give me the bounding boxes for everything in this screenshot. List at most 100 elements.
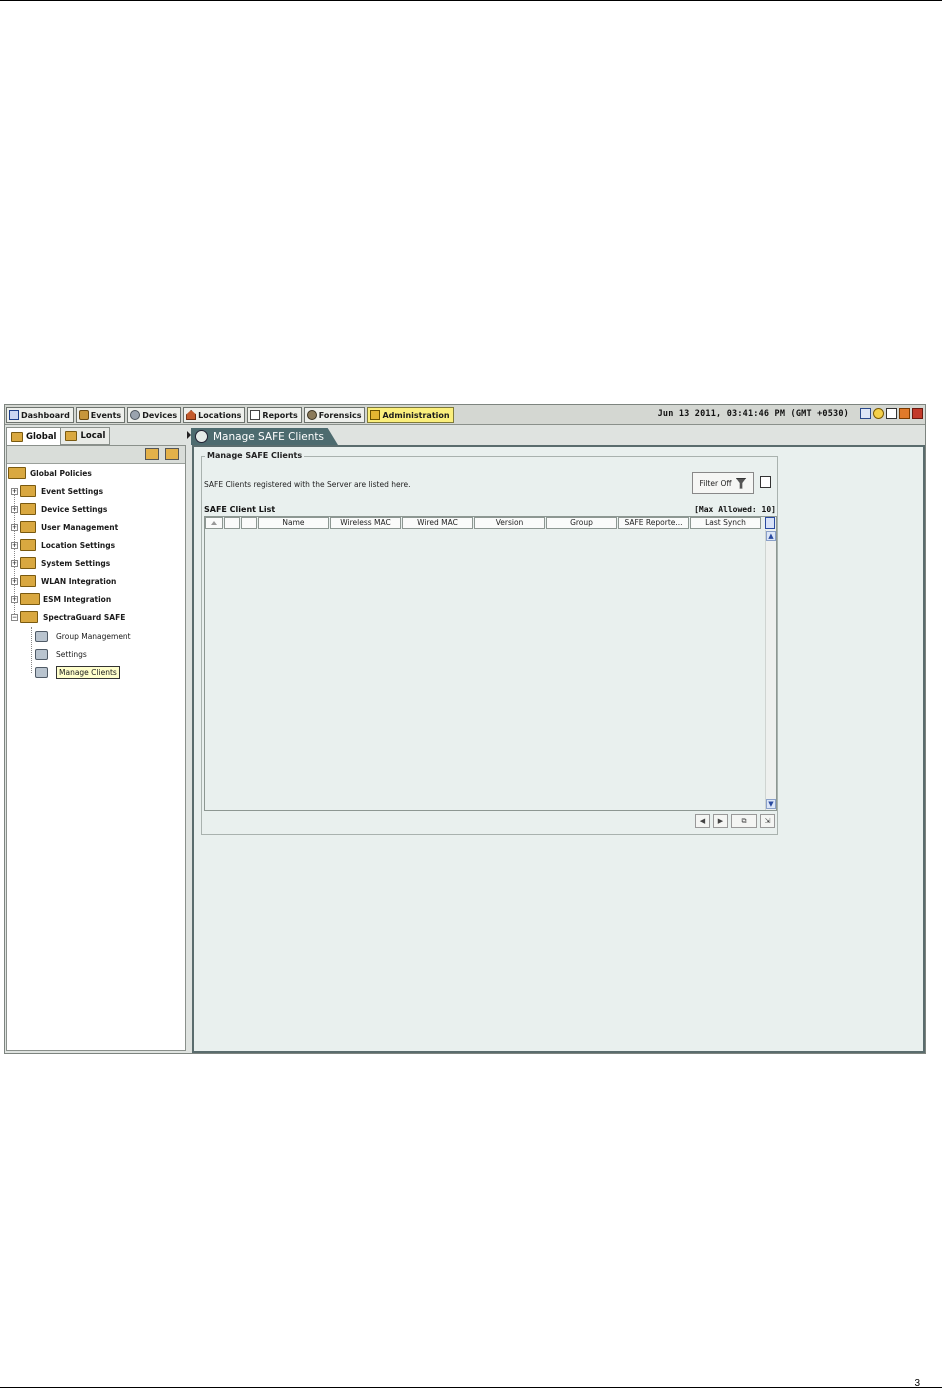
- table-vertical-scrollbar[interactable]: ▲ ▼: [765, 530, 776, 810]
- collapse-icon[interactable]: −: [11, 613, 18, 621]
- nav-tab-events[interactable]: Events: [75, 407, 126, 423]
- filter-icon: [735, 477, 747, 489]
- tree-item-event-settings[interactable]: + Event Settings: [11, 483, 103, 499]
- export-table-icon[interactable]: ⇲: [760, 814, 775, 828]
- logout-icon[interactable]: [912, 408, 923, 419]
- manage-clients-icon: [35, 666, 48, 678]
- section-title: Manage SAFE Clients: [205, 451, 305, 460]
- max-allowed-label: [Max Allowed: 10]: [694, 505, 776, 514]
- devices-icon: [130, 410, 141, 420]
- tree-item-group-management[interactable]: Group Management: [35, 628, 131, 644]
- filter-button[interactable]: Filter Off: [692, 472, 754, 494]
- locations-icon: [186, 410, 197, 420]
- tree-item-spectraguard-safe[interactable]: − SpectraGuard SAFE: [11, 609, 125, 625]
- nav-tab-reports[interactable]: Reports: [247, 407, 302, 423]
- column-header-last-synch[interactable]: Last Synch: [690, 517, 761, 529]
- main-panel: Manage SAFE Clients Manage SAFE Clients …: [187, 427, 925, 1053]
- nav-tab-administration[interactable]: Administration: [367, 407, 454, 423]
- top-nav-bar: Dashboard Events Devices Locations Repor…: [5, 405, 925, 425]
- tree-item-label: Global Policies: [30, 468, 92, 478]
- tree-item-label: ESM Integration: [43, 594, 112, 604]
- column-sort-indicator[interactable]: [205, 517, 223, 529]
- expand-icon[interactable]: +: [11, 523, 18, 531]
- nav-tabs: Dashboard Events Devices Locations Repor…: [6, 407, 454, 423]
- left-panel: Global Local Global Policies + Event Sett…: [5, 427, 187, 1053]
- policy-folder-icon: [8, 467, 26, 479]
- list-icon[interactable]: [886, 408, 897, 419]
- nav-tab-dashboard[interactable]: Dashboard: [6, 407, 74, 423]
- reports-icon: [250, 410, 261, 420]
- column-status-1[interactable]: [224, 517, 240, 529]
- column-header-group[interactable]: Group: [546, 517, 617, 529]
- expand-all-icon[interactable]: [145, 448, 159, 460]
- collapse-all-icon[interactable]: [165, 448, 179, 460]
- tree-item-esm-integration[interactable]: + ESM Integration: [11, 591, 111, 607]
- tree-item-settings[interactable]: Settings: [35, 646, 87, 662]
- nav-tab-label: Events: [90, 410, 122, 420]
- expand-icon[interactable]: +: [11, 577, 18, 585]
- export-icon[interactable]: [760, 476, 771, 488]
- tab-local[interactable]: Local: [60, 427, 111, 445]
- tree-item-location-settings[interactable]: + Location Settings: [11, 537, 115, 553]
- tree-connector: [31, 627, 32, 673]
- tab-global[interactable]: Global: [6, 427, 62, 446]
- settings-icon: [35, 648, 48, 660]
- nav-tab-locations[interactable]: Locations: [183, 407, 246, 423]
- tree-item-wlan-integration[interactable]: + WLAN Integration: [11, 573, 116, 589]
- nav-tab-forensics[interactable]: Forensics: [303, 407, 366, 423]
- expand-icon[interactable]: +: [11, 487, 18, 495]
- column-header-safe-reported[interactable]: SAFE Reporte...: [618, 517, 689, 529]
- esm-integration-icon: [20, 593, 40, 605]
- page-top-rule: [0, 0, 942, 1]
- main-tab-manage-safe-clients[interactable]: Manage SAFE Clients: [191, 428, 338, 445]
- device-settings-icon: [20, 503, 36, 515]
- tree-item-device-settings[interactable]: + Device Settings: [11, 501, 107, 517]
- user-management-icon: [20, 521, 36, 533]
- tree-item-label: User Management: [41, 522, 119, 532]
- nav-tab-label: Administration: [382, 410, 450, 420]
- column-header-version[interactable]: Version: [474, 517, 545, 529]
- event-settings-icon: [20, 485, 36, 497]
- column-chooser-icon[interactable]: [765, 517, 775, 529]
- help-icon[interactable]: [873, 408, 884, 419]
- column-header-wired-mac[interactable]: Wired MAC: [402, 517, 473, 529]
- tree-item-label: Group Management: [56, 631, 131, 641]
- collapse-arrow-icon[interactable]: [187, 431, 191, 439]
- previous-page-icon[interactable]: ◀: [695, 814, 710, 828]
- expand-icon[interactable]: +: [11, 505, 18, 513]
- wlan-integration-icon: [20, 575, 36, 587]
- tree-item-system-settings[interactable]: + System Settings: [11, 555, 110, 571]
- tree-toolbar: [7, 446, 185, 464]
- app-window: Dashboard Events Devices Locations Repor…: [4, 404, 926, 1054]
- expand-icon[interactable]: +: [11, 559, 18, 567]
- top-toolbar-icons: [860, 408, 923, 419]
- group-management-icon: [35, 630, 48, 642]
- events-icon: [78, 410, 89, 420]
- refresh-icon[interactable]: [860, 408, 871, 419]
- nav-tab-label: Dashboard: [21, 410, 70, 420]
- column-header-name[interactable]: Name: [258, 517, 329, 529]
- tree-root-global-policies[interactable]: Global Policies: [8, 465, 92, 481]
- shield-icon[interactable]: [899, 408, 910, 419]
- nav-tab-label: Locations: [198, 410, 242, 420]
- expand-icon[interactable]: +: [11, 541, 18, 549]
- expand-icon[interactable]: +: [11, 595, 18, 603]
- page-jump-icon[interactable]: ⧉: [731, 814, 757, 828]
- tree-item-label: Manage Clients: [56, 665, 120, 679]
- location-settings-icon: [20, 539, 36, 551]
- nav-tab-devices[interactable]: Devices: [127, 407, 182, 423]
- tree-item-label: System Settings: [41, 558, 111, 568]
- tree-item-label: Settings: [56, 649, 87, 659]
- next-page-icon[interactable]: ▶: [713, 814, 728, 828]
- folder-icon: [11, 431, 23, 442]
- scroll-up-icon[interactable]: ▲: [766, 531, 776, 541]
- column-status-2[interactable]: [241, 517, 257, 529]
- page-number: 3: [914, 1378, 920, 1389]
- administration-icon: [370, 410, 381, 420]
- tree-item-manage-clients[interactable]: Manage Clients: [35, 664, 120, 680]
- server-datetime: Jun 13 2011, 03:41:46 PM (GMT +0530): [657, 409, 849, 419]
- tree-item-user-management[interactable]: + User Management: [11, 519, 118, 535]
- scroll-down-icon[interactable]: ▼: [766, 799, 776, 809]
- section-description: SAFE Clients registered with the Server …: [204, 480, 411, 489]
- column-header-wireless-mac[interactable]: Wireless MAC: [330, 517, 401, 529]
